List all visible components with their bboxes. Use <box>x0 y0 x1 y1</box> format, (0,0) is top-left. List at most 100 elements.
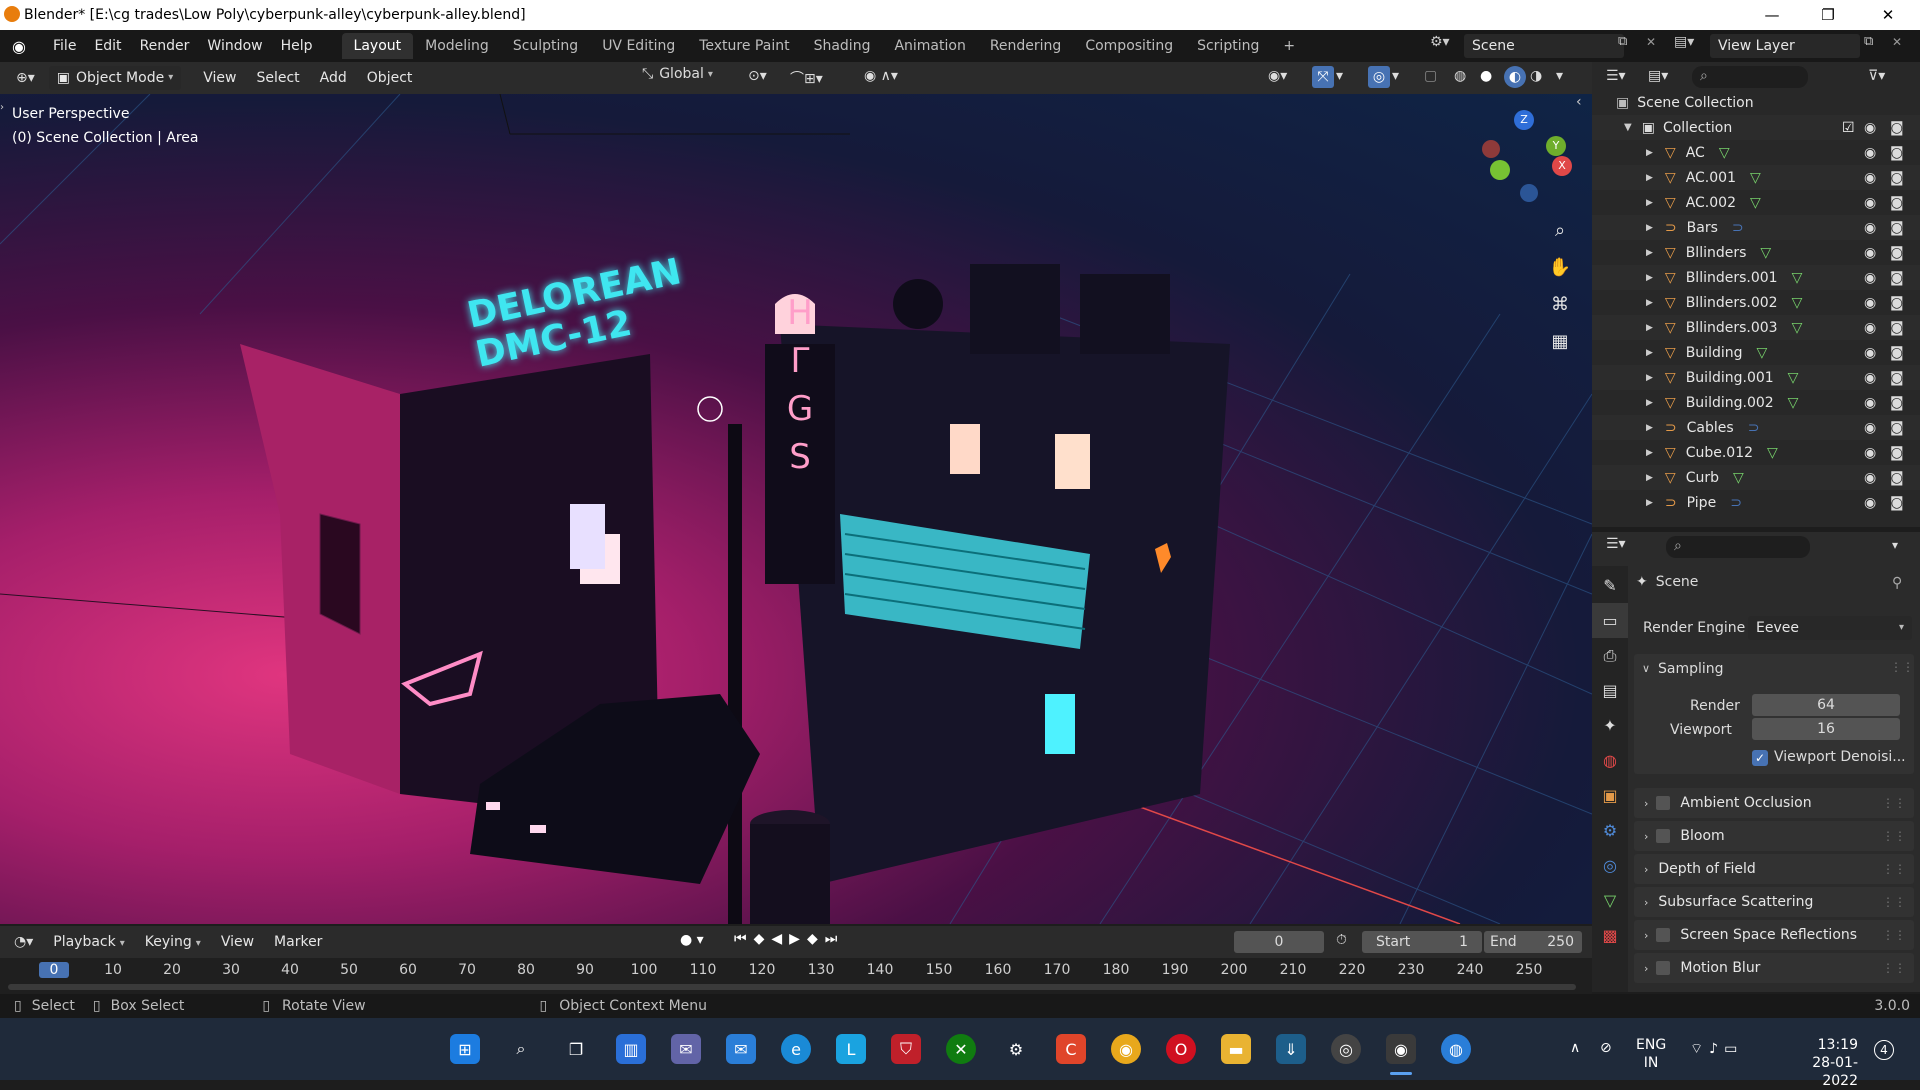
blender-taskbar-icon[interactable]: ◉ <box>1386 1034 1416 1064</box>
view-layer-tab-icon[interactable]: ▤ <box>1592 673 1628 708</box>
menu-help[interactable]: Help <box>272 30 322 62</box>
render-camera-icon[interactable]: ◙ <box>1890 145 1904 161</box>
viewport-samples-field[interactable]: 16 <box>1752 718 1900 740</box>
proportional-edit-icon[interactable]: ◉ ∧▾ <box>864 68 898 84</box>
shading-dropdown-icon[interactable]: ▾ <box>1556 68 1563 84</box>
drag-handle-icon[interactable]: ⋮⋮ <box>1882 895 1906 909</box>
scene-field[interactable]: Scene <box>1464 34 1624 58</box>
menu-marker[interactable]: Marker <box>264 934 332 950</box>
blender-menu-icon[interactable]: ◉ <box>12 37 34 56</box>
settings-gear-icon[interactable]: ⚙ <box>1001 1034 1031 1064</box>
start-menu-icon[interactable]: ⊞ <box>450 1034 480 1064</box>
pivot-point-icon[interactable]: ⊙▾ <box>748 68 767 84</box>
delete-scene-icon[interactable]: ✕ <box>1646 35 1656 49</box>
file-explorer-icon[interactable]: ▬ <box>1221 1034 1251 1064</box>
gizmo-toggle-icon[interactable]: ⤧ <box>1312 66 1334 88</box>
tab-modeling[interactable]: Modeling <box>413 33 501 59</box>
drag-handle-icon[interactable]: ⋮⋮ <box>1882 796 1906 810</box>
record-icon[interactable]: ● ▾ <box>680 932 704 948</box>
visibility-eye-icon[interactable]: ◉ <box>1864 245 1876 261</box>
material-tab-icon[interactable]: ▩ <box>1592 918 1628 953</box>
pin-icon[interactable]: ⚲ <box>1892 575 1902 591</box>
downloader-icon[interactable]: ⇓ <box>1276 1034 1306 1064</box>
gizmo-dropdown-icon[interactable]: ▾ <box>1336 68 1343 84</box>
timeline-editor-icon[interactable]: ◔▾ <box>14 934 33 950</box>
visibility-eye-icon[interactable]: ◉ <box>1864 170 1876 186</box>
world-tab-icon[interactable]: ◍ <box>1592 743 1628 778</box>
outliner-row-scene-collection[interactable]: ▣ Scene Collection <box>1592 90 1920 115</box>
menu-add[interactable]: Add <box>310 70 357 86</box>
outliner-row[interactable]: ▶ ▽ Building.001 ▽ ◉ ◙ <box>1592 365 1920 390</box>
ortho-grid-icon[interactable]: ▦ <box>1545 323 1575 360</box>
expand-arrow-icon[interactable]: ▶ <box>1646 423 1653 433</box>
panel-enable-checkbox[interactable] <box>1656 928 1671 942</box>
properties-options-icon[interactable]: ▾ <box>1892 538 1898 552</box>
object-mode-dropdown[interactable]: ▣ Object Mode ▾ <box>48 66 182 90</box>
render-camera-icon[interactable]: ◙ <box>1890 120 1904 136</box>
wifi-icon[interactable]: ⌔ <box>1690 1041 1709 1057</box>
render-engine-dropdown[interactable]: Eevee ▾ <box>1748 616 1912 640</box>
collapsed-panel[interactable]: › Subsurface Scattering ⋮⋮ <box>1634 887 1914 917</box>
language-indicator[interactable]: ENG IN <box>1636 1036 1666 1072</box>
chrome-icon[interactable]: ◉ <box>1111 1034 1141 1064</box>
menu-edit[interactable]: Edit <box>85 30 130 62</box>
mesh-data-icon[interactable]: ▽ <box>1719 145 1730 161</box>
visibility-eye-icon[interactable]: ◉ <box>1864 195 1876 211</box>
outliner-row[interactable]: ▶ ▽ AC.002 ▽ ◉ ◙ <box>1592 190 1920 215</box>
outliner-editor-icon[interactable]: ☰▾ <box>1606 68 1626 84</box>
visibility-eye-icon[interactable]: ◉ <box>1864 370 1876 386</box>
render-samples-field[interactable]: 64 <box>1752 694 1900 716</box>
render-camera-icon[interactable]: ◙ <box>1890 195 1904 211</box>
mesh-data-icon[interactable]: ▽ <box>1788 370 1799 386</box>
panel-enable-checkbox[interactable] <box>1656 961 1671 975</box>
tab-uv-editing[interactable]: UV Editing <box>590 33 687 59</box>
tab-scripting[interactable]: Scripting <box>1185 33 1271 59</box>
mesh-data-icon[interactable]: ▽ <box>1750 170 1761 186</box>
render-camera-icon[interactable]: ◙ <box>1890 420 1904 436</box>
expand-arrow-icon[interactable]: ▶ <box>1646 198 1653 208</box>
render-camera-icon[interactable]: ◙ <box>1890 320 1904 336</box>
mesh-data-icon[interactable]: ▽ <box>1733 470 1744 486</box>
outliner-row-collection[interactable]: ▼ ▣ Collection ☑ ◉ ◙ <box>1592 115 1920 140</box>
menu-playback[interactable]: Playback ▾ <box>43 934 135 950</box>
new-view-layer-icon[interactable]: ⧉ <box>1864 34 1873 49</box>
menu-timeline-view[interactable]: View <box>211 934 264 950</box>
panel-enable-checkbox[interactable] <box>1656 829 1671 843</box>
timeline-scrollbar[interactable] <box>8 984 1576 990</box>
overlays-toggle-icon[interactable]: ◎ <box>1368 66 1390 88</box>
mesh-data-icon[interactable]: ▽ <box>1767 445 1778 461</box>
display-mode-icon[interactable]: ▤▾ <box>1648 68 1668 84</box>
view-layer-selector-icon[interactable]: ▤▾ <box>1674 34 1694 50</box>
gizmo-neg-z[interactable] <box>1520 184 1538 202</box>
mesh-data-icon[interactable]: ▽ <box>1750 195 1761 211</box>
prev-keyframe-icon[interactable]: ◆ <box>754 931 772 947</box>
visibility-eye-icon[interactable]: ◉ <box>1864 420 1876 436</box>
scene-tab-icon[interactable]: ✦ <box>1592 708 1628 743</box>
panel-enable-checkbox[interactable] <box>1656 796 1671 810</box>
navigation-gizmo[interactable]: Z Y X <box>1470 94 1580 204</box>
start-frame-field[interactable]: Start 1 <box>1362 931 1482 953</box>
outliner-row[interactable]: ▶ ▽ Bllinders ▽ ◉ ◙ <box>1592 240 1920 265</box>
play-icon[interactable]: ▶ <box>789 931 807 947</box>
gizmo-x-axis[interactable]: X <box>1552 156 1572 176</box>
filter-icon[interactable]: ⊽▾ <box>1868 68 1885 84</box>
network-off-icon[interactable]: ⊘ <box>1600 1040 1612 1056</box>
outliner-search-input[interactable]: ⌕ <box>1692 66 1808 88</box>
tab-sculpting[interactable]: Sculpting <box>501 33 590 59</box>
menu-keying[interactable]: Keying ▾ <box>135 934 211 950</box>
visibility-eye-icon[interactable]: ◉ <box>1864 145 1876 161</box>
render-camera-icon[interactable]: ◙ <box>1890 395 1904 411</box>
expand-arrow-icon[interactable]: ▶ <box>1646 298 1653 308</box>
render-camera-icon[interactable]: ◙ <box>1890 445 1904 461</box>
expand-arrow-icon[interactable]: ▶ <box>1646 473 1653 483</box>
modifier-tab-icon[interactable]: ⚙ <box>1592 813 1628 848</box>
collapsed-panel[interactable]: › Screen Space Reflections ⋮⋮ <box>1634 920 1914 950</box>
menu-select[interactable]: Select <box>246 70 309 86</box>
sampling-title[interactable]: Sampling <box>1658 661 1724 677</box>
visibility-eye-icon[interactable]: ◉ <box>1864 445 1876 461</box>
collection-checkbox-icon[interactable]: ☑ <box>1842 120 1855 136</box>
camera-view-icon[interactable]: ⌘ <box>1545 286 1575 323</box>
outliner-row[interactable]: ▶ ⊃ Bars ⊃ ◉ ◙ <box>1592 215 1920 240</box>
visibility-eye-icon[interactable]: ◉ <box>1864 295 1876 311</box>
physics-tab-icon[interactable]: ◎ <box>1592 848 1628 883</box>
